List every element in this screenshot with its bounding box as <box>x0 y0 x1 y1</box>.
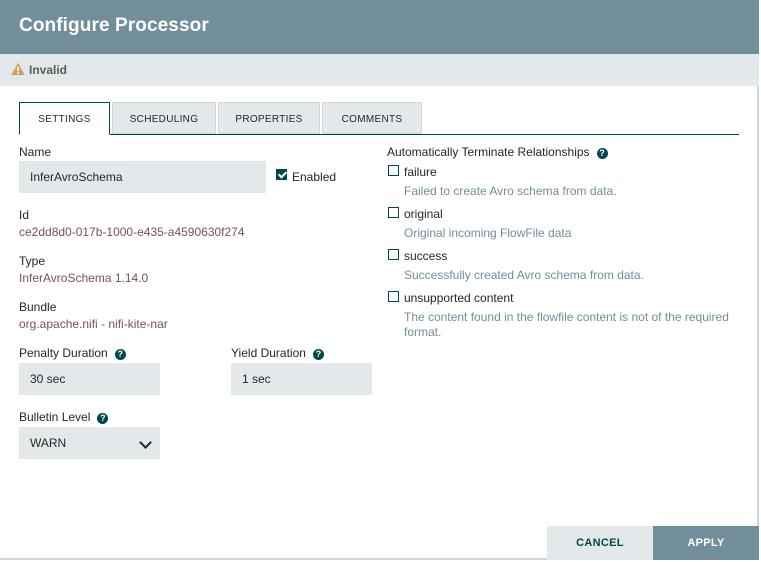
bulletin-level-value: WARN <box>30 436 67 450</box>
chevron-down-icon <box>139 436 152 449</box>
relationship-original-description: Original incoming FlowFile data <box>404 226 572 240</box>
relationship-failure-checkbox[interactable] <box>388 165 399 176</box>
tab-properties[interactable]: PROPERTIES <box>218 102 320 134</box>
tab-settings[interactable]: SETTINGS <box>19 102 110 135</box>
relationship-unsupported-content-checkbox[interactable] <box>388 291 399 302</box>
relationship-unsupported-content-description: The content found in the flowfile conten… <box>404 310 729 339</box>
type-value: InferAvroSchema 1.14.0 <box>19 271 149 285</box>
cancel-button[interactable]: CANCEL <box>547 526 653 560</box>
status-label: Invalid <box>29 63 68 77</box>
tab-comments[interactable]: COMMENTS <box>322 102 422 134</box>
relationship-unsupported-content-label: unsupported content <box>404 291 514 305</box>
validation-status-bar: Invalid <box>0 54 759 86</box>
tab-underline <box>110 134 739 135</box>
yield-duration-text: Yield Duration <box>231 346 306 360</box>
yield-duration-label: Yield Duration? <box>231 346 324 360</box>
penalty-duration-input[interactable]: 30 sec <box>19 363 160 395</box>
penalty-duration-text: Penalty Duration <box>19 346 108 360</box>
relationship-failure-description: Failed to create Avro schema from data. <box>404 184 617 198</box>
id-label: Id <box>19 208 30 222</box>
bulletin-level-select[interactable]: WARN <box>19 427 160 459</box>
help-icon[interactable]: ? <box>97 413 109 424</box>
relationship-success-label: success <box>404 249 448 263</box>
enabled-label: Enabled <box>292 170 337 184</box>
penalty-duration-label: Penalty Duration? <box>19 346 126 360</box>
help-icon[interactable]: ? <box>312 349 324 360</box>
yield-duration-input[interactable]: 1 sec <box>231 363 372 395</box>
name-label: Name <box>19 145 52 159</box>
bundle-value: org.apache.nifi - nifi-kite-nar <box>19 317 168 331</box>
help-icon[interactable]: ? <box>114 349 126 360</box>
dialog-title: Configure Processor <box>19 15 209 36</box>
dialog-header: Configure Processor <box>0 0 759 54</box>
type-label: Type <box>19 254 46 268</box>
relationship-failure-label: failure <box>404 165 437 179</box>
apply-button[interactable]: APPLY <box>653 526 759 560</box>
bundle-label: Bundle <box>19 300 57 314</box>
configure-processor-dialog: Configure Processor Invalid SETTINGS SCH… <box>0 0 759 560</box>
relationships-heading: Automatically Terminate Relationships? <box>387 145 608 159</box>
relationship-success-description: Successfully created Avro schema from da… <box>404 268 644 282</box>
id-value: ce2dd8d0-017b-1000-e435-a4590630f274 <box>19 225 245 239</box>
relationship-original-checkbox[interactable] <box>388 207 399 218</box>
relationship-original-label: original <box>404 207 443 221</box>
enabled-checkbox[interactable] <box>276 169 287 180</box>
name-input[interactable]: InferAvroSchema <box>19 161 266 193</box>
help-icon[interactable]: ? <box>596 148 608 159</box>
bulletin-level-text: Bulletin Level <box>19 410 91 424</box>
tab-scheduling[interactable]: SCHEDULING <box>112 102 216 134</box>
relationship-success-checkbox[interactable] <box>388 249 399 260</box>
bulletin-level-label: Bulletin Level? <box>19 410 109 424</box>
relationships-heading-text: Automatically Terminate Relationships <box>387 145 590 159</box>
warning-triangle-icon <box>11 62 25 75</box>
